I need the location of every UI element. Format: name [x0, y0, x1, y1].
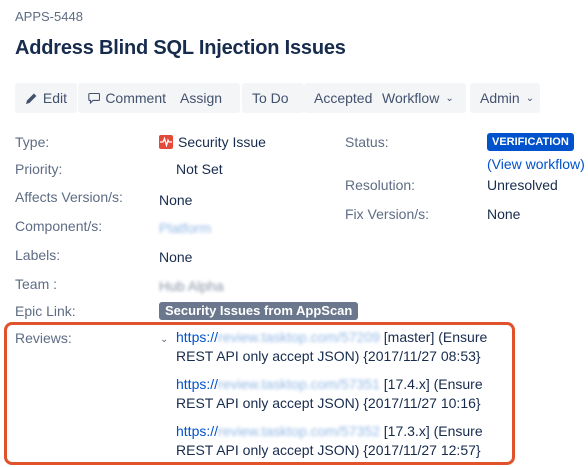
- edit-button[interactable]: Edit: [15, 83, 77, 113]
- issue-key[interactable]: APPS-5448: [15, 9, 83, 24]
- comment-label: Comment: [105, 90, 166, 106]
- epic-link-label: Epic Link:: [15, 303, 76, 319]
- type-text: Security Issue: [178, 134, 266, 150]
- fix-version-value: None: [487, 206, 521, 222]
- review-item: https://review.tasktop.com/57352 [17.3.x…: [176, 423, 483, 458]
- review-link[interactable]: https://review.tasktop.com/57351: [176, 376, 380, 392]
- status-label: Status:: [345, 134, 389, 150]
- type-label: Type:: [15, 134, 50, 150]
- workflow-button[interactable]: Workflow ⌄: [372, 83, 466, 113]
- admin-button[interactable]: Admin ⌄: [470, 83, 540, 113]
- priority-value: Not Set: [176, 161, 223, 177]
- labels-value: None: [159, 249, 193, 265]
- chevron-down-icon: ⌄: [525, 92, 535, 104]
- review-link[interactable]: https://review.tasktop.com/57352: [176, 423, 380, 439]
- component-label: Component/s:: [15, 218, 103, 234]
- priority-label: Priority:: [15, 161, 63, 177]
- admin-label: Admin: [480, 90, 520, 106]
- chevron-down-icon: ⌄: [445, 92, 454, 104]
- resolution-value: Unresolved: [487, 177, 558, 193]
- edit-label: Edit: [42, 90, 67, 106]
- pencil-icon: [25, 93, 37, 104]
- fix-version-label: Fix Version/s:: [345, 206, 430, 222]
- accepted-label: Accepted: [314, 90, 373, 106]
- review-link[interactable]: https://review.tasktop.com/57209: [176, 329, 380, 345]
- view-workflow-link[interactable]: (View workflow): [487, 156, 585, 172]
- labels-label: Labels:: [15, 247, 61, 263]
- review-item: https://review.tasktop.com/57209 [master…: [176, 329, 488, 364]
- review-item: https://review.tasktop.com/57351 [17.4.x…: [176, 376, 483, 411]
- issue-title: Address Blind SQL Injection Issues: [15, 37, 346, 59]
- team-value: Hub Alpha: [159, 278, 224, 294]
- workflow-label: Workflow: [382, 90, 440, 106]
- team-label: Team :: [15, 276, 58, 292]
- resolution-label: Resolution:: [345, 177, 416, 193]
- reviews-label: Reviews:: [15, 330, 72, 346]
- todo-label: To Do: [252, 90, 289, 106]
- type-value: Security Issue: [159, 134, 266, 150]
- todo-button[interactable]: To Do: [242, 83, 304, 113]
- assign-button[interactable]: Assign: [170, 83, 240, 113]
- chevron-down-icon[interactable]: ⌄: [160, 334, 168, 345]
- assign-label: Assign: [180, 90, 223, 106]
- epic-link-lozenge[interactable]: Security Issues from AppScan: [159, 302, 359, 320]
- affects-version-label: Affects Version/s:: [15, 189, 123, 205]
- accepted-button[interactable]: Accepted: [304, 83, 382, 113]
- comment-icon: [88, 92, 101, 105]
- comment-button[interactable]: Comment: [78, 83, 176, 113]
- affects-version-value: None: [159, 192, 193, 208]
- status-badge: VERIFICATION: [487, 133, 574, 151]
- component-value[interactable]: Platform: [159, 220, 211, 236]
- security-issue-icon: [159, 135, 173, 149]
